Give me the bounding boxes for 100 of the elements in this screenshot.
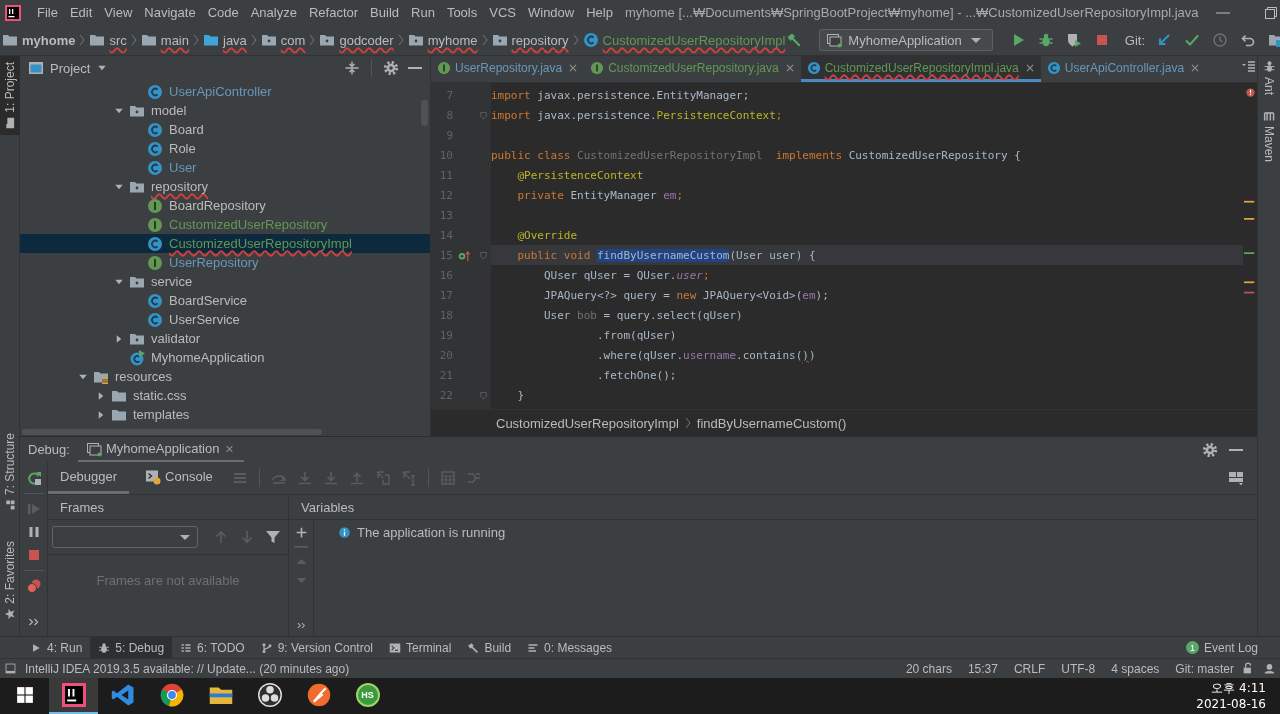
tool-window-tab[interactable]: 0: Messages — [519, 637, 621, 658]
override-icon[interactable] — [457, 248, 471, 262]
branch-icon — [260, 641, 273, 654]
menu-item[interactable]: Navigate — [144, 5, 196, 20]
tool-window-tab[interactable]: Terminal — [381, 637, 460, 658]
history-button[interactable] — [1211, 30, 1230, 50]
app-logo-icon — [61, 683, 86, 707]
settings-icon — [1202, 441, 1218, 458]
taskbar-button[interactable]: HS — [343, 678, 392, 714]
tree-item[interactable]: User — [20, 158, 430, 177]
tree-item[interactable]: CustomizedUserRepository — [20, 215, 430, 234]
menu-item[interactable]: Refactor — [308, 5, 359, 20]
project-view-dropdown[interactable]: Project — [28, 60, 109, 76]
menu-item[interactable]: File — [37, 5, 58, 20]
breadcrumb-item[interactable]: myhome — [407, 32, 478, 48]
menu-item[interactable]: Help — [586, 5, 613, 20]
tree-item[interactable]: resources — [20, 367, 430, 386]
code-line: .from(qUser) — [595, 328, 677, 342]
menu-item[interactable]: VCS — [489, 5, 516, 20]
tree-item[interactable]: templates — [20, 405, 430, 424]
editor-tab[interactable]: UserApiController.java — [1040, 56, 1207, 82]
breadcrumb-item[interactable]: godcoder — [319, 32, 394, 48]
breadcrumb-item[interactable]: CustomizedUserRepositoryImpl — [496, 415, 679, 431]
scrollbar-thumb[interactable] — [22, 429, 322, 435]
status-message: The application is running — [357, 525, 506, 540]
tree-item[interactable]: repository — [20, 177, 430, 196]
folder-icon — [89, 32, 106, 48]
status-message[interactable]: IntelliJ IDEA 2019.3.5 available: // Update... (20 minutes ago) — [25, 661, 350, 676]
settings-button[interactable] — [382, 58, 400, 78]
menu-item[interactable]: Run — [411, 5, 435, 20]
session-tab[interactable]: MyhomeApplication — [77, 437, 245, 462]
tree-item[interactable]: BoardService — [20, 291, 430, 310]
tree-item[interactable]: UserApiController — [20, 82, 430, 101]
rerun-icon — [25, 470, 42, 486]
interface-icon — [437, 60, 451, 75]
breadcrumb-item[interactable]: com — [260, 32, 306, 48]
tool-window-tab[interactable]: 6: TODO — [172, 637, 253, 658]
tree-item[interactable]: Role — [20, 139, 430, 158]
breadcrumb-item[interactable]: repository — [491, 32, 569, 48]
aperture-icon — [257, 683, 282, 707]
code-line: public void findByUsernameCustom(User user) { — [516, 248, 816, 262]
git-label: Git: — [1124, 32, 1146, 48]
debugger-tab[interactable]: Console — [133, 462, 225, 494]
tree-item[interactable]: UserService — [20, 310, 430, 329]
menu-item[interactable]: View — [104, 5, 133, 20]
terminal-icon — [389, 641, 402, 654]
breadcrumb-item[interactable]: main — [140, 32, 189, 48]
status-item[interactable]: UTF-8 — [1061, 661, 1096, 676]
event-log-tab[interactable]: 1 Event Log — [1177, 637, 1266, 658]
menu-item[interactable]: Analyze — [250, 5, 297, 20]
menu-item[interactable]: Code — [207, 5, 239, 20]
status-item[interactable]: 20 chars — [905, 661, 952, 676]
tool-window-tab[interactable]: 7: Structure — [0, 427, 20, 518]
tree-item[interactable]: service — [20, 272, 430, 291]
person-icon[interactable] — [1263, 662, 1276, 675]
hammer-icon — [786, 32, 803, 48]
tool-window-tab[interactable]: 1: Project — [0, 56, 20, 135]
tree-item[interactable]: Board — [20, 120, 430, 139]
breadcrumb-item[interactable]: CustomizedUserRepositoryImpl — [582, 32, 786, 48]
filter-icon[interactable] — [265, 529, 281, 545]
tree-item[interactable]: model — [20, 101, 430, 120]
menu-item[interactable]: Window — [527, 5, 575, 20]
tool-window-tab[interactable]: Maven — [1258, 109, 1280, 163]
plus-icon[interactable] — [294, 526, 308, 539]
breadcrumb-item[interactable]: src — [89, 32, 127, 48]
breadcrumb-item[interactable]: myhome — [2, 32, 76, 48]
tree-item[interactable]: BoardRepository — [20, 196, 430, 215]
editor-tab[interactable]: CustomizedUserRepositoryImpl.java — [800, 56, 1041, 82]
breadcrumb-item[interactable]: findByUsernameCustom() — [696, 415, 847, 431]
tool-window-tab[interactable]: Ant — [1258, 60, 1280, 95]
folder-icon — [140, 32, 157, 48]
menu-item[interactable]: Tools — [446, 5, 478, 20]
window-icon[interactable] — [4, 662, 17, 675]
layout-icon[interactable] — [1228, 470, 1244, 486]
tool-window-tab[interactable]: 5: Debug — [90, 637, 173, 658]
chevron-icon — [397, 34, 404, 46]
editor-tab[interactable]: CustomizedUserRepository.java — [584, 56, 801, 82]
tree-item[interactable]: CustomizedUserRepositoryImpl — [20, 234, 430, 253]
tree-item[interactable]: static.css — [20, 386, 430, 405]
tree-item[interactable]: validator — [20, 329, 430, 348]
status-item[interactable]: 4 spaces — [1111, 661, 1160, 676]
menu-item[interactable]: Build — [370, 5, 399, 20]
menu-item[interactable]: Edit — [69, 5, 93, 20]
status-item[interactable]: 15:37 — [967, 661, 998, 676]
tool-window-tab[interactable]: 9: Version Control — [252, 637, 382, 658]
taskbar-button[interactable] — [49, 678, 98, 714]
tree-item[interactable]: MyhomeApplication — [20, 348, 430, 367]
editor-tab[interactable]: UserRepository.java — [431, 56, 585, 82]
status-item[interactable]: CRLF — [1013, 661, 1046, 676]
debugger-tab[interactable]: Debugger — [48, 462, 130, 494]
class-icon — [582, 32, 599, 48]
window-icon — [826, 32, 843, 48]
breadcrumb-item[interactable]: java — [203, 32, 247, 48]
tool-window-tab[interactable]: Build — [459, 637, 520, 658]
clock[interactable]: 오후 4:11 2021-08-16 — [1182, 678, 1280, 714]
tool-window-tab[interactable]: 2: Favorites — [0, 535, 20, 626]
run-configuration-dropdown[interactable]: MyhomeApplication — [819, 29, 993, 51]
tool-window-tab[interactable]: 4: Run — [22, 637, 91, 658]
status-item[interactable]: Git: master — [1175, 661, 1234, 676]
tree-item[interactable]: UserRepository — [20, 253, 430, 272]
